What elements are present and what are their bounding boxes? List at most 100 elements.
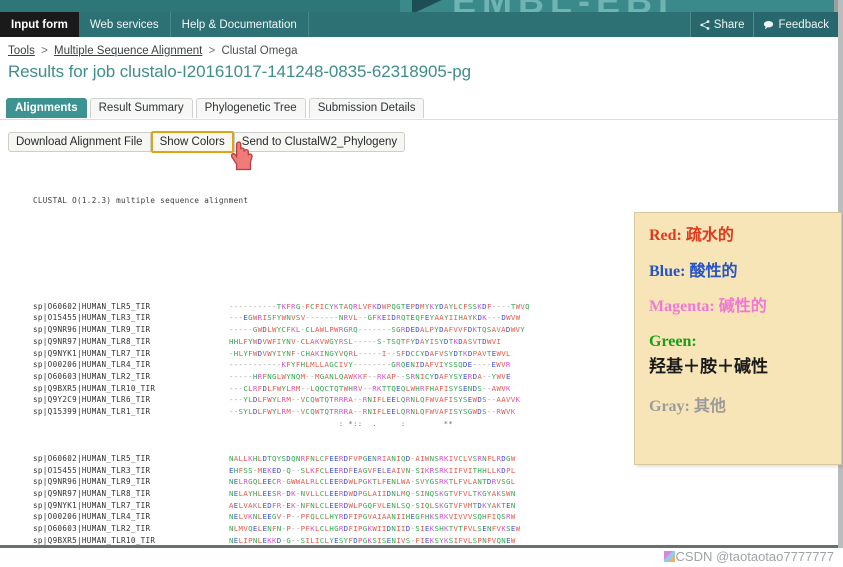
alignment-residues: NELRGQLEECR-GWWALRLCLEERDWLPGKTLFENLWA-S… [229, 477, 516, 487]
nav-item-help-documentation[interactable]: Help & Documentation [171, 12, 309, 37]
alignment-residues: NALLKHLDTQYSDQNRFNLCFEERDFVPGENRIANIQD-A… [229, 453, 516, 463]
download-alignment-file-button[interactable]: Download Alignment File [8, 131, 151, 152]
send-to-clustalw2-phylogeny-button[interactable]: Send to ClustalW2_Phylogeny [233, 131, 406, 152]
tab-label: Phylogenetic Tree [204, 102, 297, 114]
alignment-residues: -----HRFNGLWYNQM--MGANLQAWKKF--RKAP--SRN… [229, 371, 511, 381]
alignment-sequence-id: sp|O60603|HUMAN_TLR2_TIR [33, 524, 161, 534]
nav-item-web-services[interactable]: Web services [79, 12, 171, 37]
alignment-residues: HHLFYWDVWFIYNV-CLAKVWGYRSL-----S-TSQTFYD… [229, 336, 502, 346]
feedback-label: Feedback [778, 18, 829, 31]
legend-color-name-red: Red: [649, 227, 682, 244]
alignment-sequence-id: sp|Q9NR96|HUMAN_TLR9_TIR [33, 325, 161, 335]
nav-item-label: Input form [11, 18, 68, 31]
alignment-sequence-id: sp|O60602|HUMAN_TLR5_TIR [33, 301, 161, 311]
watermark-badge-icon [663, 551, 675, 562]
alignment-sequence-id: sp|Q9BXR5|HUMAN_TLR10_TIR [33, 383, 161, 393]
nav-item-label: Web services [89, 18, 159, 31]
alignment-sequence-id: sp|O00206|HUMAN_TLR4_TIR [33, 512, 161, 522]
alignment-sequence-id: sp|Q9NR97|HUMAN_TLR8_TIR [33, 488, 161, 498]
breadcrumb-separator: > [208, 45, 216, 57]
alignment-residues: -----------KFYFHLMLLAGCIVY--------GRQENI… [229, 360, 511, 370]
breadcrumb-item-msa[interactable]: Multiple Sequence Alignment [54, 45, 202, 57]
color-legend-box: Red: 疏水的 Blue: 酸性的 Magenta: 碱性的 Green: 羟… [634, 212, 842, 465]
watermark-text: CSDN @taotaotao7777777 [675, 549, 834, 564]
legend-row-green: Green: [649, 333, 841, 351]
button-label: Show Colors [159, 135, 225, 148]
alignment-residues: NELIPNLEKKD-G--SILICLYESYFDPGKSISENIVS-F… [229, 535, 516, 545]
feedback-button[interactable]: Feedback [753, 12, 838, 37]
alignment-residues: ---CLRFDLFWYLRM--LQQCTQTWHRV--RKTTQEQLWH… [229, 383, 511, 393]
alignment-residues: ----------TKFRG-FCFICYKTAQRLVFKDWPQGTEPD… [229, 301, 530, 311]
legend-row-gray: Gray: 其他 [649, 397, 841, 416]
alignment-residues: NLMVQELENFN-P--PFKLCLHGRDFIPGKWIIDNIID-S… [229, 524, 521, 534]
legend-meaning-green: 羟基＋胺＋碱性 [649, 357, 768, 378]
legend-color-name-blue: Blue: [649, 262, 686, 280]
navbar-spacer [309, 12, 690, 37]
breadcrumb-separator: > [41, 45, 48, 57]
alignment-residues: ---EGWRISFYWNVSV-------NRVL--GFKEIDRQTEQ… [229, 313, 521, 323]
clustal-header-line: CLUSTAL O(1.2.3) multiple sequence align… [33, 196, 249, 206]
feedback-icon [763, 20, 774, 30]
legend-color-name-green: Green: [649, 332, 697, 350]
alignment-residues: EHFSS-MEKED-Q--SLKFCLEERDFEAGVFELEAIVN-S… [229, 465, 516, 475]
logo-left-block [0, 0, 400, 12]
legend-meaning-magenta: 碱性的 [718, 296, 767, 316]
alignment-sequence-id: sp|O15455|HUMAN_TLR3_TIR [33, 313, 161, 323]
legend-meaning-blue: 酸性的 [689, 260, 738, 280]
legend-color-name-magenta: Magenta: [649, 298, 715, 316]
watermark: CSDN @taotaotao7777777 [663, 549, 834, 564]
share-label: Share [713, 18, 745, 31]
alignment-row: sp|O60603|HUMAN_TLR2_TIR NLMVQELENFN-P--… [0, 523, 838, 535]
tab-result-summary[interactable]: Result Summary [89, 98, 193, 118]
legend-meaning-gray: 其他 [693, 396, 726, 416]
breadcrumb-item-clustal-omega: Clustal Omega [221, 45, 298, 57]
legend-color-name-gray: Gray: [649, 398, 690, 416]
breadcrumb-item-tools[interactable]: Tools [8, 45, 35, 57]
tab-label: Result Summary [98, 102, 184, 114]
alignment-row: sp|O00206|HUMAN_TLR4_TIR NELVKNLEEGV-P--… [0, 511, 838, 523]
alignment-sequence-id: sp|Q9NR96|HUMAN_TLR9_TIR [33, 477, 161, 487]
alignment-action-bar: Download Alignment File Show Colors Send… [8, 130, 406, 153]
alignment-row: sp|Q9NYK1|HUMAN_TLR7_TIR AELVAKLEDFR-EK-… [0, 500, 838, 512]
tab-bar-underline [0, 119, 838, 120]
alignment-residues: NELAYHLEESR-DK-NVLLCLEERDWDPGLAIIDNLMQ-S… [229, 488, 516, 498]
alignment-sequence-id: sp|O60603|HUMAN_TLR2_TIR [33, 371, 161, 381]
main-navbar: Input form Web services Help & Documenta… [0, 12, 838, 37]
button-label: Download Alignment File [16, 135, 143, 148]
share-button[interactable]: Share [689, 12, 754, 37]
alignment-sequence-id: sp|O15455|HUMAN_TLR3_TIR [33, 465, 161, 475]
alignment-sequence-id: sp|Q9NYK1|HUMAN_TLR7_TIR [33, 500, 161, 510]
nav-item-label: Help & Documentation [181, 18, 297, 31]
legend-row-magenta: Magenta: 碱性的 [649, 297, 841, 316]
alignment-residues: -----GWDLWYCFKL-CLAWLPWRGRQ-------SGRDED… [229, 325, 526, 335]
tab-label: Alignments [15, 102, 78, 114]
logo-wordmark: EMBL-EBI [452, 0, 674, 12]
tab-submission-details[interactable]: Submission Details [308, 98, 425, 118]
alignment-row: sp|Q9NR97|HUMAN_TLR8_TIR NELAYHLEESR-DK-… [0, 488, 838, 500]
alignment-sequence-id: sp|Q9Y2C9|HUMAN_TLR6_TIR [33, 395, 161, 405]
nav-item-input-form[interactable]: Input form [0, 12, 79, 37]
alignment-residues: ---YLDLFWYLRM--VCQWTQTRRRA--RNIFLEELQRNL… [229, 395, 521, 405]
alignment-row: sp|Q9NR96|HUMAN_TLR9_TIR NELRGQLEECR-GWW… [0, 476, 838, 488]
page-title: Results for job clustalo-I20161017-14124… [8, 62, 471, 81]
logo-arrow-icon [412, 0, 446, 12]
results-tab-bar: Alignments Result Summary Phylogenetic T… [6, 96, 425, 118]
alignment-sequence-id: sp|O60602|HUMAN_TLR5_TIR [33, 453, 161, 463]
legend-row-red: Red: 疏水的 [649, 226, 841, 245]
tab-alignments[interactable]: Alignments [6, 98, 87, 118]
site-logo-strip: EMBL-EBI [0, 0, 843, 12]
alignment-sequence-id: sp|Q15399|HUMAN_TLR1_TIR [33, 407, 161, 417]
alignment-sequence-id: sp|Q9NR97|HUMAN_TLR8_TIR [33, 336, 161, 346]
show-colors-button[interactable]: Show Colors [150, 130, 234, 153]
legend-row-blue: Blue: 酸性的 [649, 260, 841, 281]
tab-phylogenetic-tree[interactable]: Phylogenetic Tree [195, 98, 306, 118]
alignment-row: sp|O15455|HUMAN_TLR3_TIR EHFSS-MEKED-Q--… [0, 465, 838, 477]
alignment-sequence-id: sp|Q9NYK1|HUMAN_TLR7_TIR [33, 348, 161, 358]
alignment-residues: -HLYFWDVWYIYNF-CHAKINGYVQRL-----I--SFDCC… [229, 348, 511, 358]
share-icon [700, 19, 710, 30]
legend-meaning-red: 疏水的 [685, 225, 734, 244]
button-label: Send to ClustalW2_Phylogeny [241, 135, 398, 148]
tab-label: Submission Details [317, 102, 416, 114]
alignment-residues: AELVAKLEDFR-EK-NFNLCLEERDWLPGQFVLENLSQ-S… [229, 500, 516, 510]
alignment-residues: NELVKNLEEGV-P--PFQLCLHYRDFIPGVAIAANIIHEG… [229, 512, 516, 522]
